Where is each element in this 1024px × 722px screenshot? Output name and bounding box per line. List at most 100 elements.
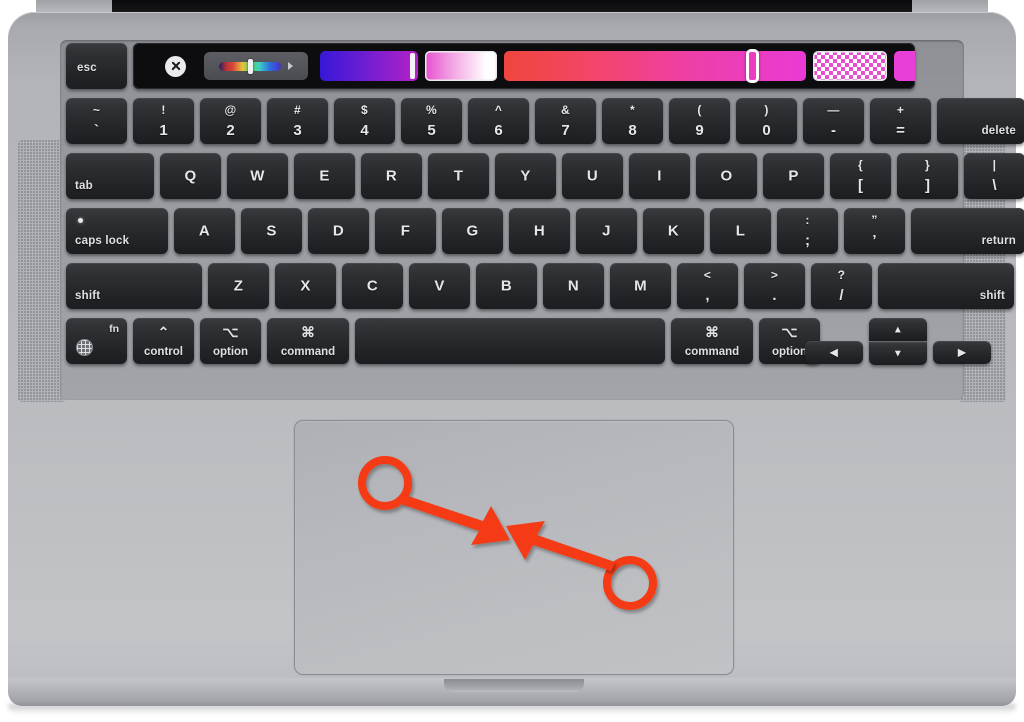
key-5-upper-label: % [426, 103, 437, 117]
key-4[interactable]: $4 [334, 98, 395, 144]
key-k[interactable]: K [643, 208, 704, 254]
keyboard-row-home: caps lock A S D F G H J K L:;”’ return [63, 208, 1024, 254]
key-e[interactable]: E [294, 153, 355, 199]
key-i-label: I [657, 167, 662, 185]
key-period[interactable]: >. [744, 263, 805, 309]
key-tab[interactable]: tab [66, 153, 154, 199]
key-delete[interactable]: delete [937, 98, 1024, 144]
key-5[interactable]: % 5 [401, 98, 462, 144]
key-m-label: M [634, 277, 647, 295]
key-1[interactable]: ! 1 [133, 98, 194, 144]
key-n[interactable]: N [543, 263, 604, 309]
key-t[interactable]: T [428, 153, 489, 199]
key-9-upper-label: ( [697, 103, 702, 117]
key-semicolon[interactable]: :; [777, 208, 838, 254]
key-c[interactable]: C [342, 263, 403, 309]
key-9[interactable]: (9 [669, 98, 730, 144]
key-l[interactable]: L [710, 208, 771, 254]
key-shift-right[interactable]: shift [878, 263, 1014, 309]
key-bracket-left[interactable]: {[ [830, 153, 891, 199]
key-b[interactable]: B [476, 263, 537, 309]
key-fn[interactable]: fn [66, 318, 127, 364]
key-u[interactable]: U [562, 153, 623, 199]
key-3[interactable]: #3 [267, 98, 328, 144]
key-6-upper-label: ^ [494, 103, 503, 117]
key-t-label: T [453, 167, 464, 185]
color-spectrum-button[interactable] [204, 52, 308, 80]
key-tilde[interactable]: ~ ` [66, 98, 127, 144]
key-d[interactable]: D [308, 208, 369, 254]
key-a[interactable]: A [174, 208, 235, 254]
key-i[interactable]: I [629, 153, 690, 199]
swatch-pink-white-gradient[interactable] [425, 51, 497, 81]
swatch-red-magenta-gradient[interactable] [504, 49, 806, 83]
swatch-magenta-checker-pattern[interactable] [813, 51, 887, 81]
key-m[interactable]: M [610, 263, 671, 309]
trackpad[interactable] [294, 420, 734, 675]
key-equals[interactable]: + = [870, 98, 931, 144]
key-g[interactable]: G [442, 208, 503, 254]
key-minus-lower-label: - [831, 122, 836, 139]
key-p[interactable]: P [763, 153, 824, 199]
key-command-right[interactable]: ⌘ command [671, 318, 753, 364]
key-slash[interactable]: ? / [811, 263, 872, 309]
key-arrow-up-glyph: ▲ [892, 324, 904, 335]
key-7[interactable]: & 7 [535, 98, 596, 144]
color-spectrum-icon [219, 58, 281, 74]
key-1-lower-label: 1 [159, 122, 168, 139]
key-bracket-right[interactable]: }] [897, 153, 958, 199]
key-j[interactable]: J [576, 208, 637, 254]
key-s[interactable]: S [241, 208, 302, 254]
key-z[interactable]: Z [208, 263, 269, 309]
swatch-slider-handle[interactable] [746, 49, 759, 83]
key-minus[interactable]: — - [803, 98, 864, 144]
key-2[interactable]: @2 [200, 98, 261, 144]
key-r-label: R [385, 167, 398, 185]
key-command-left[interactable]: ⌘ command [267, 318, 349, 364]
swatch-blue-purple-gradient[interactable] [320, 51, 418, 81]
key-8[interactable]: * 8 [602, 98, 663, 144]
key-quote[interactable]: ”’ [844, 208, 905, 254]
key-option-left[interactable]: ⌥ option [200, 318, 261, 364]
key-backslash[interactable]: | \ [964, 153, 1024, 199]
key-f[interactable]: F [375, 208, 436, 254]
key-x[interactable]: X [275, 263, 336, 309]
key-comma[interactable]: <, [677, 263, 738, 309]
key-return[interactable]: return [911, 208, 1024, 254]
key-2-lower-label: 2 [226, 122, 235, 139]
key-control[interactable]: ⌃ control [133, 318, 194, 364]
touch-bar-row: esc [63, 43, 918, 89]
key-a-label: A [198, 222, 211, 240]
key-command-right-label: command [684, 346, 740, 358]
key-y[interactable]: Y [495, 153, 556, 199]
key-esc[interactable]: esc [66, 43, 127, 89]
key-o[interactable]: O [696, 153, 757, 199]
key-v[interactable]: V [409, 263, 470, 309]
key-arrow-up[interactable]: ▲ [869, 318, 927, 341]
speaker-grille-left [18, 140, 66, 402]
key-q[interactable]: Q [160, 153, 221, 199]
key-1-upper-label: ! [161, 103, 166, 117]
key-6[interactable]: ^ 6 [468, 98, 529, 144]
swatch-solid-magenta[interactable] [894, 51, 915, 81]
key-w[interactable]: W [227, 153, 288, 199]
key-command-right-symbol: ⌘ [705, 324, 719, 340]
key-arrow-right[interactable]: ▶ [933, 341, 991, 364]
close-x-icon[interactable] [165, 55, 186, 77]
key-g-label: G [466, 222, 479, 240]
key-h[interactable]: H [509, 208, 570, 254]
key-control-label: control [144, 346, 183, 358]
touch-bar[interactable] [133, 43, 915, 89]
key-9-lower-label: 9 [695, 122, 704, 139]
key-caps-lock[interactable]: caps lock [66, 208, 168, 254]
key-0[interactable]: ) 0 [736, 98, 797, 144]
key-3-lower-label: 3 [293, 122, 302, 139]
key-r[interactable]: R [361, 153, 422, 199]
key-space[interactable] [355, 318, 665, 364]
key-shift-left[interactable]: shift [66, 263, 202, 309]
key-backslash-lower-label: \ [992, 177, 997, 194]
key-z-label: Z [233, 277, 244, 295]
key-arrow-left[interactable]: ◀ [805, 341, 863, 364]
key-b-label: B [500, 277, 513, 295]
key-arrow-down[interactable]: ▼ [869, 342, 927, 365]
